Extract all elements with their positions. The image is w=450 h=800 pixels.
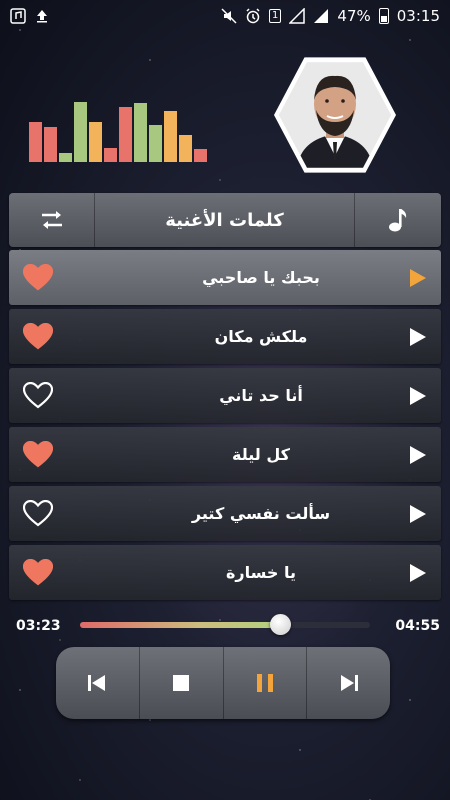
song-row[interactable]: بحبك يا صاحبي [9, 250, 441, 305]
equalizer-bar [89, 122, 102, 162]
total-time: 04:55 [395, 618, 440, 634]
stop-button[interactable] [140, 647, 224, 719]
mute-icon [221, 8, 237, 24]
equalizer-bar [104, 148, 117, 162]
song-title: سألت نفسي كتير [191, 504, 331, 523]
equalizer-bar [179, 135, 192, 162]
status-bar: 1 47% 03:15 [0, 0, 450, 32]
song-title: أنا حد تاني [219, 386, 303, 405]
play-icon[interactable] [409, 268, 427, 288]
equalizer-bar [194, 149, 207, 162]
stop-icon [173, 675, 190, 691]
song-list: بحبك يا صاحبي ملكش مكان أنا حد تاني كل ليلة… [9, 250, 441, 604]
equalizer-bar [59, 153, 72, 162]
clock: 03:15 [396, 7, 440, 25]
upload-icon [37, 10, 47, 23]
playback-controls [56, 647, 390, 719]
skip-previous-icon [88, 675, 106, 691]
song-row[interactable]: أنا حد تاني [9, 368, 441, 423]
equalizer-bar [44, 127, 57, 162]
song-row[interactable]: سألت نفسي كتير [9, 486, 441, 541]
song-title: بحبك يا صاحبي [202, 268, 320, 287]
music-note-icon [389, 209, 407, 232]
music-note-button[interactable] [355, 193, 441, 247]
equalizer-bar [74, 102, 87, 162]
next-button[interactable] [307, 647, 390, 719]
heart-filled-icon[interactable] [23, 264, 53, 291]
seek-bar-progress [80, 622, 280, 628]
heart-filled-icon[interactable] [23, 559, 53, 586]
seek-bar-thumb[interactable] [269, 614, 291, 635]
status-right: 1 47% 03:15 [221, 7, 440, 25]
song-title: ملكش مكان [214, 327, 308, 346]
play-icon[interactable] [409, 327, 427, 347]
song-row[interactable]: كل ليلة [9, 427, 441, 482]
play-icon[interactable] [409, 386, 427, 406]
repeat-shuffle-button[interactable] [9, 193, 95, 247]
song-title: كل ليلة [232, 445, 290, 464]
signal-full-icon [314, 9, 329, 23]
signal-icon [289, 8, 306, 24]
seek-bar[interactable] [80, 614, 370, 635]
song-title: يا خسارة [225, 563, 297, 582]
status-left [10, 8, 50, 24]
heart-filled-icon[interactable] [23, 441, 53, 468]
artist-portrait-image [279, 62, 391, 168]
heart-filled-icon[interactable] [23, 323, 53, 350]
song-row[interactable]: ملكش مكان [9, 309, 441, 364]
play-icon[interactable] [409, 563, 427, 583]
equalizer-bar [119, 107, 132, 162]
play-icon[interactable] [409, 445, 427, 465]
pause-icon [256, 674, 273, 692]
equalizer-visualizer [29, 98, 214, 162]
play-icon[interactable] [409, 504, 427, 524]
lyrics-title[interactable]: كلمات الأغنية [95, 193, 355, 247]
equalizer-bar [164, 111, 177, 162]
shuffle-icon [41, 211, 62, 229]
equalizer-bar [149, 125, 162, 162]
battery-icon [378, 8, 389, 24]
heart-outline-icon[interactable] [23, 500, 53, 527]
alarm-icon [246, 8, 260, 24]
sim-badge: 1 [269, 9, 282, 23]
battery-percent: 47% [337, 7, 371, 25]
current-time: 03:23 [16, 618, 61, 634]
song-row[interactable]: يا خسارة [9, 545, 441, 600]
heart-outline-icon[interactable] [23, 382, 53, 409]
equalizer-bar [29, 122, 42, 162]
pause-button[interactable] [224, 647, 308, 719]
lyrics-header-bar: كلمات الأغنية [9, 193, 441, 247]
previous-button[interactable] [56, 647, 140, 719]
equalizer-bar [134, 103, 147, 162]
skip-next-icon [340, 675, 358, 691]
music-app-icon [10, 8, 26, 24]
